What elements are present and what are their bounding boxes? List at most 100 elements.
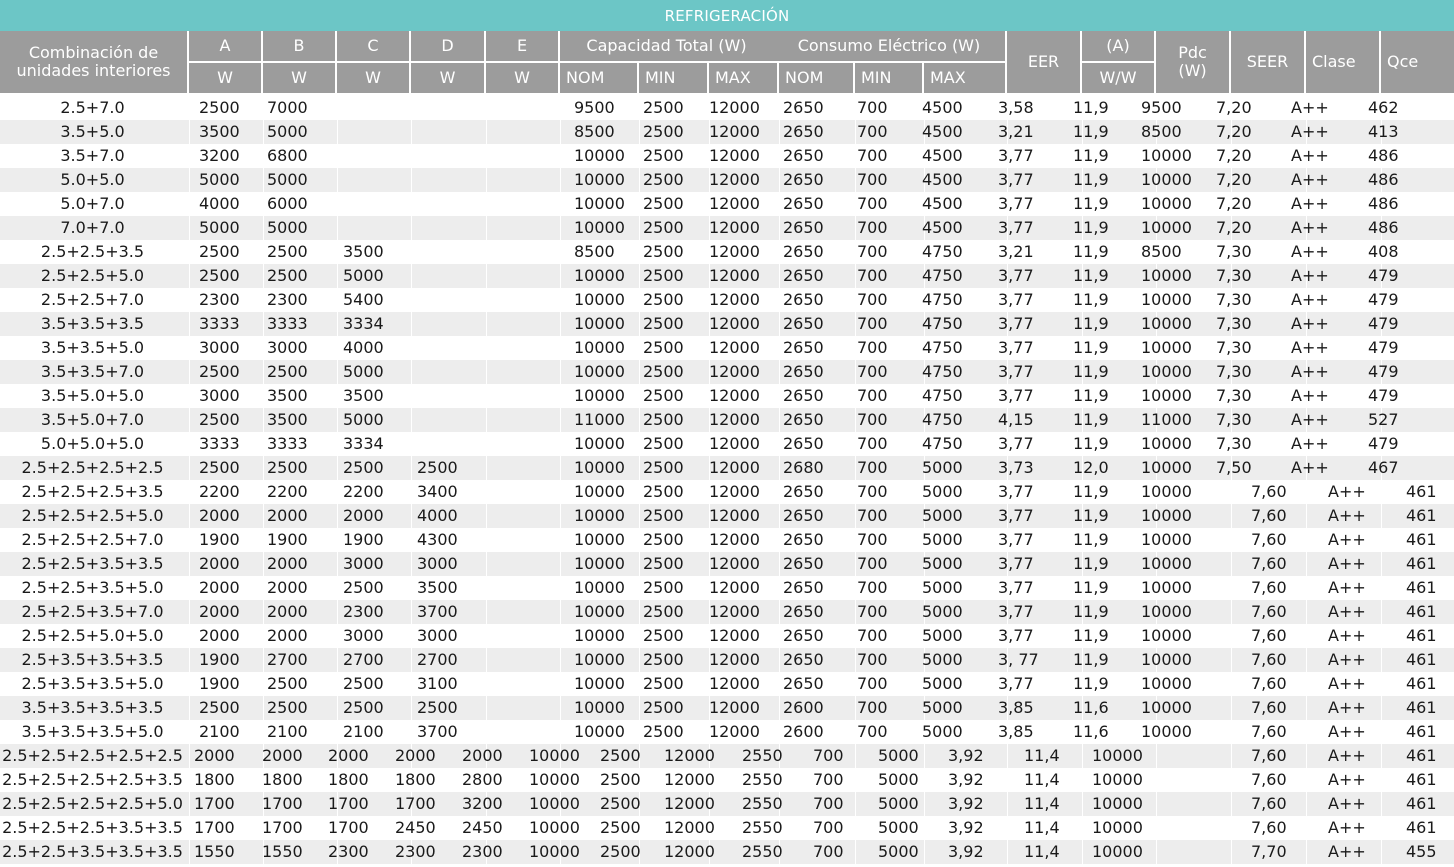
value-cell: 3,77 bbox=[998, 218, 1034, 237]
value-cell: 10000 bbox=[1092, 770, 1143, 789]
value-cell: 11,9 bbox=[1073, 338, 1109, 357]
header-a: A bbox=[189, 31, 263, 63]
value-cell: 10000 bbox=[1141, 482, 1192, 501]
value-cell: 2650 bbox=[783, 650, 824, 669]
header-capacidad: Capacidad Total (W) bbox=[560, 31, 773, 63]
value-cell: 1550 bbox=[194, 842, 235, 861]
value-cell: 2300 bbox=[328, 842, 369, 861]
combo-cell: 7.0+7.0 bbox=[60, 218, 125, 237]
value-cell: 7,60 bbox=[1251, 578, 1287, 597]
value-cell: 1900 bbox=[343, 530, 384, 549]
value-cell: 11,4 bbox=[1024, 794, 1060, 813]
value-cell: 3500 bbox=[267, 386, 308, 405]
value-cell: 2000 bbox=[199, 578, 240, 597]
value-cell: 7,20 bbox=[1216, 122, 1252, 141]
value-cell: 3,92 bbox=[948, 842, 984, 861]
value-cell: 12000 bbox=[709, 314, 760, 333]
value-cell: 10000 bbox=[1141, 698, 1192, 717]
value-cell: 3,77 bbox=[998, 386, 1034, 405]
value-cell: 1700 bbox=[194, 794, 235, 813]
value-cell: 5000 bbox=[922, 626, 963, 645]
combo-cell: 2.5+2.5+2.5+3.5 bbox=[21, 482, 164, 501]
value-cell: 12000 bbox=[709, 410, 760, 429]
value-cell: 700 bbox=[857, 578, 888, 597]
value-cell: 700 bbox=[857, 458, 888, 477]
value-cell: 700 bbox=[857, 338, 888, 357]
value-cell: 3500 bbox=[267, 410, 308, 429]
value-cell: 5400 bbox=[343, 290, 384, 309]
value-cell: 7,60 bbox=[1251, 746, 1287, 765]
value-cell: 700 bbox=[857, 122, 888, 141]
table-row: 3.5+3.5+7.0 2500 2500 5000 10000 2500 12000 265… bbox=[0, 360, 1454, 384]
value-cell: 700 bbox=[857, 602, 888, 621]
value-cell: A++ bbox=[1328, 482, 1366, 501]
value-cell: 10000 bbox=[1141, 338, 1192, 357]
value-cell: A++ bbox=[1291, 170, 1329, 189]
value-cell: A++ bbox=[1291, 314, 1329, 333]
value-cell: 7,30 bbox=[1216, 266, 1252, 285]
header-amp: (A) bbox=[1082, 31, 1156, 63]
value-cell: 7,30 bbox=[1216, 434, 1252, 453]
combo-cell: 2.5+2.5+2.5+7.0 bbox=[21, 530, 164, 549]
value-cell: 12000 bbox=[709, 338, 760, 357]
value-cell: 10000 bbox=[574, 458, 625, 477]
header-d: D bbox=[411, 31, 486, 63]
value-cell: A++ bbox=[1291, 338, 1329, 357]
value-cell: 10000 bbox=[1141, 650, 1192, 669]
value-cell: 11,9 bbox=[1073, 650, 1109, 669]
value-cell: 461 bbox=[1406, 722, 1437, 741]
value-cell: 10000 bbox=[574, 674, 625, 693]
value-cell: 2700 bbox=[417, 650, 458, 669]
header-cap-nom: NOM bbox=[560, 63, 639, 95]
table-row: 2.5+2.5+2.5+7.0 1900 1900 1900 4300 10000 2500… bbox=[0, 528, 1454, 552]
value-cell: 2500 bbox=[267, 698, 308, 717]
value-cell: 4500 bbox=[922, 194, 963, 213]
value-cell: 10000 bbox=[529, 842, 580, 861]
value-cell: 4750 bbox=[922, 338, 963, 357]
value-cell: A++ bbox=[1291, 410, 1329, 429]
table-row: 2.5+2.5+2.5+2.5+2.5 2000 2000 2000 2000 2000 1… bbox=[0, 744, 1454, 768]
value-cell: 12000 bbox=[709, 458, 760, 477]
value-cell: 10000 bbox=[1141, 146, 1192, 165]
value-cell: 1800 bbox=[395, 770, 436, 789]
value-cell: 700 bbox=[857, 314, 888, 333]
value-cell: A++ bbox=[1328, 746, 1366, 765]
value-cell: 2500 bbox=[267, 266, 308, 285]
value-cell: 12000 bbox=[709, 626, 760, 645]
combo-cell: 3.5+3.5+3.5 bbox=[40, 314, 145, 333]
table-row: 3.5+3.5+5.0 3000 3000 4000 10000 2500 12000 265… bbox=[0, 336, 1454, 360]
value-cell: 5000 bbox=[343, 410, 384, 429]
value-cell: 455 bbox=[1406, 842, 1437, 861]
value-cell: 2500 bbox=[643, 314, 684, 333]
value-cell: 3500 bbox=[343, 386, 384, 405]
value-cell: 10000 bbox=[1141, 554, 1192, 573]
value-cell: 479 bbox=[1368, 434, 1399, 453]
value-cell: A++ bbox=[1328, 770, 1366, 789]
value-cell: 3,77 bbox=[998, 362, 1034, 381]
value-cell: 10000 bbox=[1141, 602, 1192, 621]
value-cell: 2100 bbox=[199, 722, 240, 741]
value-cell: 10000 bbox=[574, 554, 625, 573]
header-con-max: MAX bbox=[924, 63, 1007, 95]
combo-cell: 2.5+2.5+3.5+3.5+3.5 bbox=[2, 842, 183, 861]
value-cell: 479 bbox=[1368, 290, 1399, 309]
value-cell: 2500 bbox=[343, 698, 384, 717]
combo-cell: 3.5+3.5+5.0 bbox=[40, 338, 145, 357]
value-cell: 10000 bbox=[1141, 674, 1192, 693]
value-cell: 5000 bbox=[922, 698, 963, 717]
value-cell: 2500 bbox=[199, 98, 240, 117]
value-cell: 1800 bbox=[328, 770, 369, 789]
value-cell: 4,15 bbox=[998, 410, 1034, 429]
table-row: 3.5+5.0+5.0 3000 3500 3500 10000 2500 12000 265… bbox=[0, 384, 1454, 408]
table-row: 5.0+5.0+5.0 3333 3333 3334 10000 2500 12000 265… bbox=[0, 432, 1454, 456]
table-row: 3.5+3.5+3.5 3333 3333 3334 10000 2500 12000 265… bbox=[0, 312, 1454, 336]
combo-cell: 3.5+5.0+7.0 bbox=[40, 410, 145, 429]
value-cell: 2500 bbox=[643, 98, 684, 117]
value-cell: 700 bbox=[857, 650, 888, 669]
value-cell: 8500 bbox=[574, 122, 615, 141]
header-con-min: MIN bbox=[855, 63, 924, 95]
value-cell: 2500 bbox=[600, 794, 641, 813]
value-cell: 1550 bbox=[262, 842, 303, 861]
value-cell: 700 bbox=[857, 266, 888, 285]
value-cell: 7,70 bbox=[1251, 842, 1287, 861]
